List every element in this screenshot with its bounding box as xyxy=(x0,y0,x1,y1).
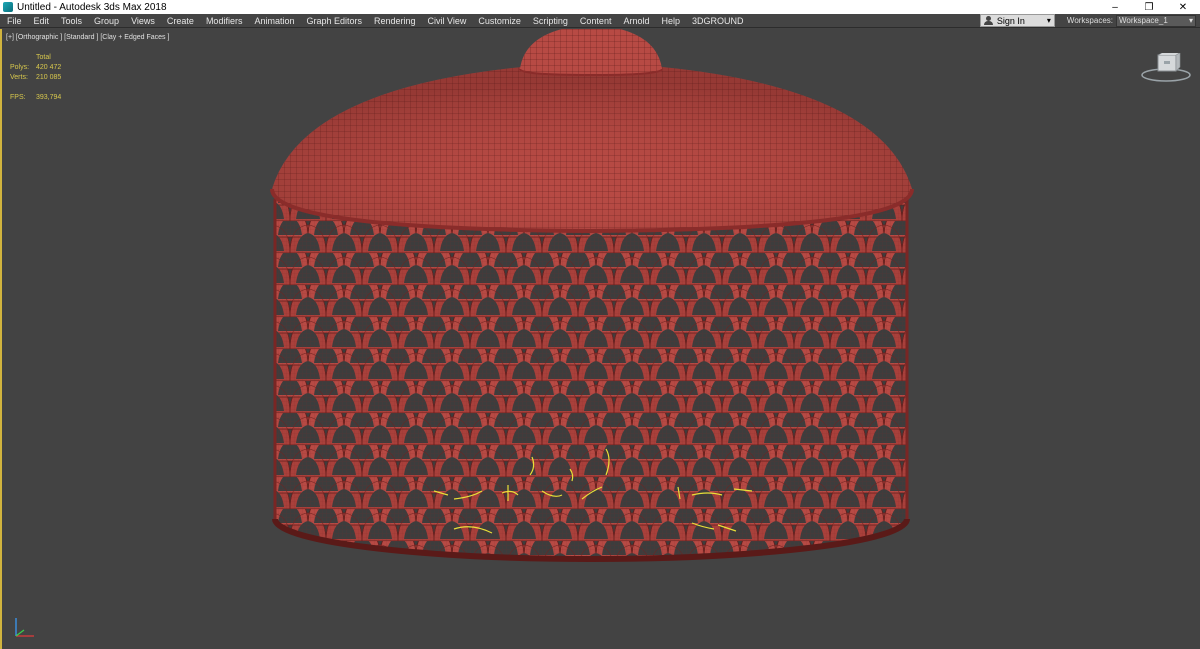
menu-3dground[interactable]: 3DGROUND xyxy=(686,14,750,28)
stats-polys-label: Polys: xyxy=(10,64,30,71)
menu-group[interactable]: Group xyxy=(88,14,125,28)
window-title: Untitled - Autodesk 3ds Max 2018 xyxy=(17,1,167,13)
menu-tools[interactable]: Tools xyxy=(55,14,88,28)
restore-button[interactable]: ❐ xyxy=(1132,0,1166,14)
viewcube-icon[interactable] xyxy=(1140,53,1192,83)
stats-verts-label: Verts: xyxy=(10,74,28,81)
perspective-viewport[interactable]: [+] [Orthographic ] [Standard ] [Clay + … xyxy=(0,29,1200,649)
sign-in-label: Sign In xyxy=(996,15,1025,26)
title-bar: Untitled - Autodesk 3ds Max 2018 – ❐ ✕ xyxy=(0,0,1200,14)
workspaces-label: Workspaces: xyxy=(1066,16,1113,25)
lamp-mesh-render[interactable] xyxy=(2,29,1200,649)
menu-customize[interactable]: Customize xyxy=(472,14,527,28)
menu-scripting[interactable]: Scripting xyxy=(527,14,574,28)
menu-bar-right: Sign In ▾ Workspaces: Workspace_1 ▾ xyxy=(979,14,1200,28)
stats-verts-value: 210 085 xyxy=(36,74,62,81)
3dsmax-app-icon xyxy=(3,2,13,12)
lamp-top-cap xyxy=(520,29,662,75)
minimize-button[interactable]: – xyxy=(1098,0,1132,14)
stats-polys-value: 420 472 xyxy=(36,64,62,71)
menu-graph-editors[interactable]: Graph Editors xyxy=(300,14,368,28)
viewport-statistics: Total Polys: 420 472 Verts: 210 085 FPS:… xyxy=(10,53,61,103)
menu-bar: File Edit Tools Group Views Create Modif… xyxy=(0,14,1200,28)
window-controls: – ❐ ✕ xyxy=(1098,0,1200,14)
axis-tripod-icon xyxy=(15,618,34,637)
workspaces-value: Workspace_1 xyxy=(1119,16,1168,25)
menu-create[interactable]: Create xyxy=(161,14,200,28)
menu-animation[interactable]: Animation xyxy=(248,14,300,28)
menu-arnold[interactable]: Arnold xyxy=(617,14,655,28)
menu-civil-view[interactable]: Civil View xyxy=(422,14,473,28)
menu-file[interactable]: File xyxy=(0,14,28,28)
stats-total-header: Total xyxy=(36,54,51,61)
menu-content[interactable]: Content xyxy=(574,14,618,28)
close-button[interactable]: ✕ xyxy=(1166,0,1200,14)
menu-edit[interactable]: Edit xyxy=(28,14,56,28)
menu-modifiers[interactable]: Modifiers xyxy=(200,14,249,28)
sign-in-dropdown[interactable]: Sign In ▾ xyxy=(979,14,1055,27)
stats-fps-label: FPS: xyxy=(10,94,26,101)
menu-views[interactable]: Views xyxy=(125,14,161,28)
chevron-down-icon: ▾ xyxy=(1046,16,1051,25)
chevron-down-icon: ▾ xyxy=(1188,16,1193,25)
user-icon xyxy=(983,16,993,25)
menu-help[interactable]: Help xyxy=(655,14,686,28)
menu-rendering[interactable]: Rendering xyxy=(368,14,422,28)
viewport-label[interactable]: [+] [Orthographic ] [Standard ] [Clay + … xyxy=(6,34,169,41)
stats-fps-value: 393,794 xyxy=(36,94,62,101)
workspaces-dropdown[interactable]: Workspace_1 ▾ xyxy=(1116,14,1196,27)
